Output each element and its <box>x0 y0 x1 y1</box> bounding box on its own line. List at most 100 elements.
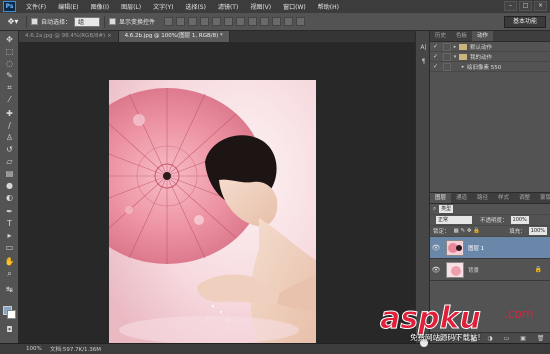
maximize-icon[interactable]: □ <box>519 1 532 11</box>
canvas-area[interactable] <box>19 42 415 348</box>
history-actions-tabs: 历史 色板 动作 <box>430 31 550 42</box>
layer-row[interactable]: 👁 背景 🔒 <box>430 259 550 281</box>
eyedropper-tool-icon[interactable]: ⁄ <box>4 95 15 105</box>
brush-tool-icon[interactable]: ∕ <box>4 121 15 131</box>
divider <box>104 15 106 28</box>
distribute-right-icon[interactable] <box>296 17 306 26</box>
layer-row[interactable]: 👁 图层 1 <box>430 237 550 259</box>
distribute-bottom-icon[interactable] <box>260 17 270 26</box>
tab-styles[interactable]: 样式 <box>493 193 514 203</box>
dialog-toggle[interactable] <box>443 42 451 51</box>
dodge-tool-icon[interactable]: ◐ <box>4 193 15 203</box>
tab-paths[interactable]: 路径 <box>472 193 493 203</box>
check-icon[interactable]: ✓ <box>433 43 441 51</box>
clone-stamp-icon[interactable]: ♙ <box>4 133 15 143</box>
align-middle-icon[interactable] <box>176 17 186 26</box>
minimize-icon[interactable]: – <box>504 1 517 11</box>
distribute-center-icon[interactable] <box>284 17 294 26</box>
menu-layer[interactable]: 图层(L) <box>115 2 147 11</box>
menu-help[interactable]: 帮助(H) <box>312 2 345 11</box>
tab-history[interactable]: 历史 <box>430 31 451 41</box>
menu-filter[interactable]: 滤镜(T) <box>212 2 244 11</box>
align-bottom-icon[interactable] <box>188 17 198 26</box>
menu-type[interactable]: 文字(Y) <box>147 2 179 11</box>
pen-tool-icon[interactable]: ✒ <box>4 207 15 217</box>
workspace-button[interactable]: 基本功能 <box>504 16 546 28</box>
background-color-swatch[interactable] <box>7 310 16 319</box>
chevron-down-icon[interactable]: ▾ <box>451 54 459 60</box>
menu-image[interactable]: 图像(I) <box>85 2 115 11</box>
crop-tool-icon[interactable]: ⌗ <box>4 83 15 93</box>
gradient-tool-icon[interactable]: ▤ <box>4 169 15 179</box>
align-center-icon[interactable] <box>212 17 222 26</box>
action-row[interactable]: ✓ ▸ 绘旧像素 550 <box>430 62 550 72</box>
tab-swatches[interactable]: 色板 <box>451 31 472 41</box>
tab-4-6-2b[interactable]: 4.6.2b.jpg @ 100%(图层 1, RGB/8) * <box>118 31 230 42</box>
layer-thumbnail-image <box>447 262 463 277</box>
action-row[interactable]: ✓ ▾ 我的动作 <box>430 52 550 62</box>
watermark: aspku .com 免费网站源码下载站! <box>372 296 550 354</box>
check-icon[interactable]: ✓ <box>433 63 441 71</box>
layer-kind-select[interactable]: 类型 <box>439 205 454 213</box>
action-label: 我的动作 <box>470 54 493 61</box>
move-tool-icon[interactable]: ✥▾ <box>4 15 22 29</box>
hand-tool-icon[interactable]: ✋ <box>4 257 15 267</box>
lock-row: 锁定： ▦ ✎ ✥ 🔒 填充： 100% <box>430 226 550 237</box>
menu-edit[interactable]: 编辑(E) <box>52 2 84 11</box>
marquee-tool-icon[interactable]: ⬚ <box>4 47 15 57</box>
align-top-icon[interactable] <box>164 17 174 26</box>
character-panel-icon[interactable]: A| <box>418 43 429 53</box>
swap-colors-icon[interactable]: ↹ <box>4 285 15 295</box>
tab-layers[interactable]: 图层 <box>430 193 452 203</box>
tab-masks[interactable]: 蒙版 <box>535 193 550 203</box>
menu-view[interactable]: 视图(V) <box>244 2 277 11</box>
show-transform-label: 显示变换控件 <box>119 19 156 26</box>
auto-select-dropdown[interactable]: 组 <box>74 16 101 27</box>
align-left-icon[interactable] <box>200 17 210 26</box>
action-row[interactable]: ✓ ▸ 默认动作 <box>430 42 550 52</box>
zoom-tool-icon[interactable]: ⌕ <box>4 269 15 279</box>
move-tool-icon[interactable]: ✥ <box>4 35 15 45</box>
folder-icon <box>459 43 467 50</box>
check-icon[interactable]: ✓ <box>433 53 441 61</box>
blur-tool-icon[interactable]: ● <box>4 181 15 191</box>
lasso-tool-icon[interactable]: ◌ <box>4 59 15 69</box>
chevron-right-icon[interactable]: ▸ <box>451 44 459 50</box>
dialog-toggle[interactable] <box>443 52 451 61</box>
dialog-toggle[interactable] <box>443 62 451 71</box>
show-transform-checkbox[interactable] <box>109 18 117 25</box>
menu-file[interactable]: 文件(F) <box>20 2 52 11</box>
tab-channels[interactable]: 通道 <box>451 193 472 203</box>
quick-mask-icon[interactable]: ◘ <box>4 325 15 335</box>
distribute-middle-icon[interactable] <box>248 17 258 26</box>
eye-icon[interactable]: 👁 <box>430 266 442 274</box>
menu-window[interactable]: 窗口(W) <box>277 2 312 11</box>
tab-adjustments[interactable]: 调整 <box>514 193 535 203</box>
type-tool-icon[interactable]: T <box>4 219 15 229</box>
quick-select-tool-icon[interactable]: ✎ <box>4 71 15 81</box>
zoom-level[interactable]: 100% <box>0 346 42 352</box>
fill-field[interactable]: 100% <box>528 227 547 235</box>
blend-mode-select[interactable]: 正常 <box>436 216 472 224</box>
opacity-field[interactable]: 100% <box>510 216 529 224</box>
document-image[interactable] <box>109 80 316 348</box>
layer-thumbnail <box>446 239 464 256</box>
healing-brush-icon[interactable]: ✚ <box>4 109 15 119</box>
align-right-icon[interactable] <box>224 17 234 26</box>
path-select-icon[interactable]: ▸ <box>4 231 15 241</box>
paragraph-panel-icon[interactable]: ¶ <box>418 57 429 67</box>
menu-select[interactable]: 选择(S) <box>179 2 212 11</box>
layer-name: 背景 <box>468 267 480 274</box>
tab-4-6-2a[interactable]: 4.6.2a.jpg @ 98.4%(RGB/8#) × <box>19 31 119 42</box>
auto-select-checkbox[interactable] <box>31 18 38 25</box>
history-brush-icon[interactable]: ↺ <box>4 145 15 155</box>
shape-tool-icon[interactable]: ▭ <box>4 243 15 253</box>
eye-icon[interactable]: 👁 <box>430 244 442 252</box>
chevron-right-icon[interactable]: ▸ <box>459 64 467 70</box>
lock-icons[interactable]: ▦ ✎ ✥ 🔒 <box>454 228 481 234</box>
eraser-tool-icon[interactable]: ▱ <box>4 157 15 167</box>
close-icon[interactable]: × <box>534 1 547 11</box>
distribute-left-icon[interactable] <box>272 17 282 26</box>
tab-actions[interactable]: 动作 <box>472 31 494 41</box>
distribute-top-icon[interactable] <box>236 17 246 26</box>
